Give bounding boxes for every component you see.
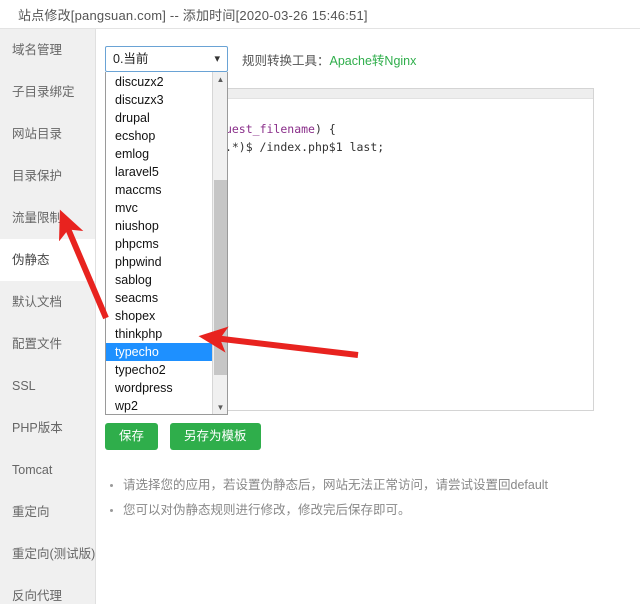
sidebar-item-php-version[interactable]: PHP版本 xyxy=(0,407,95,449)
rule-select-value: 0.当前 xyxy=(113,52,148,66)
dropdown-option-seacms[interactable]: seacms xyxy=(106,289,214,307)
dropdown-option-maccms[interactable]: maccms xyxy=(106,181,214,199)
dropdown-option-typecho[interactable]: typecho xyxy=(106,343,214,361)
dropdown-option-mvc[interactable]: mvc xyxy=(106,199,214,217)
sidebar-item-label: Tomcat xyxy=(12,463,52,477)
sidebar-item-tomcat[interactable]: Tomcat xyxy=(0,449,95,491)
sidebar-item-website-directory[interactable]: 网站目录 xyxy=(0,113,95,155)
note-item: 请选择您的应用，若设置伪静态后，网站无法正常访问，请尝试设置回default xyxy=(107,473,587,498)
dropdown-option-emlog[interactable]: emlog xyxy=(106,145,214,163)
dropdown-option-wp2[interactable]: wp2 xyxy=(106,397,214,415)
dropdown-option-ecshop[interactable]: ecshop xyxy=(106,127,214,145)
sidebar-item-config-file[interactable]: 配置文件 xyxy=(0,323,95,365)
main-content: 0.当前 ▾ 规则转换工具：Apache转Nginx location / { … xyxy=(97,29,640,604)
sidebar-item-label: 重定向(测试版) xyxy=(12,547,95,561)
sidebar-item-directory-protection[interactable]: 目录保护 xyxy=(0,155,95,197)
app-root: 站点修改[pangsuan.com] -- 添加时间[2020-03-26 15… xyxy=(0,0,640,604)
dropdown-option-typecho2[interactable]: typecho2 xyxy=(106,361,214,379)
dropdown-option-discuzx3[interactable]: discuzx3 xyxy=(106,91,214,109)
dropdown-option-thinkphp[interactable]: thinkphp xyxy=(106,325,214,343)
dropdown-option-drupal[interactable]: drupal xyxy=(106,109,214,127)
sidebar-item-reverse-proxy[interactable]: 反向代理 xyxy=(0,575,95,604)
sidebar-item-default-document[interactable]: 默认文档 xyxy=(0,281,95,323)
converter-label: 规则转换工具：Apache转Nginx xyxy=(242,50,416,69)
sidebar-item-ssl[interactable]: SSL xyxy=(0,365,95,407)
sidebar-item-redirect-beta[interactable]: 重定向(测试版) xyxy=(0,533,95,575)
sidebar-item-subdirectory-binding[interactable]: 子目录绑定 xyxy=(0,71,95,113)
save-button[interactable]: 保存 xyxy=(105,423,158,450)
sidebar-item-label: 反向代理 xyxy=(12,589,62,603)
sidebar-item-label: 配置文件 xyxy=(12,337,62,351)
sidebar: 域名管理 子目录绑定 网站目录 目录保护 流量限制 伪静态 默认文档 配置文件 … xyxy=(0,29,96,604)
chevron-down-icon: ▾ xyxy=(214,47,220,71)
save-as-template-button[interactable]: 另存为模板 xyxy=(170,423,261,450)
dropdown-option-sablog[interactable]: sablog xyxy=(106,271,214,289)
dropdown-option-laravel5[interactable]: laravel5 xyxy=(106,163,214,181)
sidebar-item-domain-management[interactable]: 域名管理 xyxy=(0,29,95,71)
dropdown-option-phpcms[interactable]: phpcms xyxy=(106,235,214,253)
dropdown-option-shopex[interactable]: shopex xyxy=(106,307,214,325)
sidebar-item-pseudo-static[interactable]: 伪静态 xyxy=(0,239,95,281)
dropdown-option-discuzx2[interactable]: discuzx2 xyxy=(106,73,214,91)
dropdown-scrollbar[interactable]: ▲ ▼ xyxy=(212,72,227,415)
rule-select-dropdown[interactable]: discuzx2 discuzx3 drupal ecshop emlog la… xyxy=(105,72,228,415)
page-title: 站点修改[pangsuan.com] -- 添加时间[2020-03-26 15… xyxy=(0,5,368,24)
sidebar-item-label: PHP版本 xyxy=(12,421,63,435)
sidebar-item-label: 子目录绑定 xyxy=(12,85,75,99)
dropdown-option-wordpress[interactable]: wordpress xyxy=(106,379,214,397)
sidebar-item-label: SSL xyxy=(12,379,36,393)
note-item: 您可以对伪静态规则进行修改，修改完后保存即可。 xyxy=(107,498,587,523)
dropdown-option-niushop[interactable]: niushop xyxy=(106,217,214,235)
dropdown-scrollbar-thumb[interactable] xyxy=(214,180,227,375)
sidebar-item-label: 网站目录 xyxy=(12,127,62,141)
sidebar-item-label: 域名管理 xyxy=(12,43,62,57)
scroll-down-arrow-icon[interactable]: ▼ xyxy=(213,400,228,415)
dropdown-option-phpwind[interactable]: phpwind xyxy=(106,253,214,271)
rule-select[interactable]: 0.当前 ▾ xyxy=(105,46,228,72)
help-notes: 请选择您的应用，若设置伪静态后，网站无法正常访问，请尝试设置回default 您… xyxy=(107,473,587,523)
converter-label-text: 规则转换工具： xyxy=(242,54,330,68)
action-button-row: 保存 另存为模板 xyxy=(105,423,261,450)
sidebar-item-traffic-limit[interactable]: 流量限制 xyxy=(0,197,95,239)
sidebar-item-label: 重定向 xyxy=(12,505,50,519)
window-titlebar: 站点修改[pangsuan.com] -- 添加时间[2020-03-26 15… xyxy=(0,0,640,29)
rule-select-row: 0.当前 ▾ 规则转换工具：Apache转Nginx xyxy=(105,46,416,72)
apache-to-nginx-link[interactable]: Apache转Nginx xyxy=(330,54,417,68)
sidebar-item-label: 流量限制 xyxy=(12,211,62,225)
rule-select-options: discuzx2 discuzx3 drupal ecshop emlog la… xyxy=(106,72,214,415)
scroll-up-arrow-icon[interactable]: ▲ xyxy=(213,72,228,87)
sidebar-item-label: 目录保护 xyxy=(12,169,62,183)
sidebar-item-redirect[interactable]: 重定向 xyxy=(0,491,95,533)
sidebar-item-label: 默认文档 xyxy=(12,295,62,309)
sidebar-item-label: 伪静态 xyxy=(12,253,50,267)
